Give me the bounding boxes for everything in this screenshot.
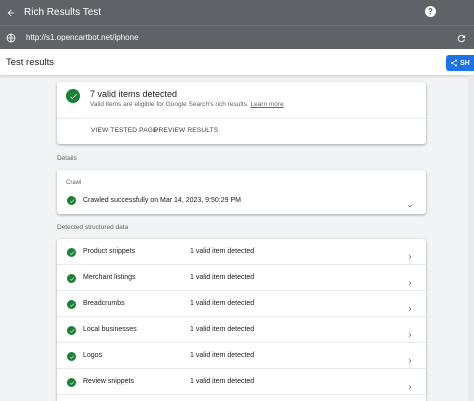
- results-header: Test results SH: [0, 49, 474, 76]
- structured-data-row[interactable]: Review snippets 1 valid item detected: [57, 369, 426, 395]
- row-name: Merchant listings: [83, 274, 136, 281]
- chevron-right-icon: [406, 300, 414, 318]
- view-tested-page-button[interactable]: VIEW TESTED PAGE: [91, 127, 158, 134]
- app-title: Rich Results Test: [24, 7, 102, 18]
- row-status: 1 valid item detected: [190, 378, 255, 385]
- check-circle-icon: [66, 89, 80, 103]
- chevron-right-icon: [406, 378, 414, 396]
- tested-url[interactable]: http://s1.opencartbot.net/iphone: [26, 33, 139, 42]
- row-status: 1 valid item detected: [190, 248, 255, 255]
- divider: [57, 118, 426, 119]
- summary-subtitle-text: Valid items are eligible for Google Sear…: [90, 101, 249, 108]
- app-bar: Rich Results Test ?: [0, 0, 474, 25]
- page-title: Test results: [6, 56, 55, 68]
- share-icon: [451, 59, 457, 67]
- check-circle-icon: [67, 300, 76, 309]
- row-name: Review snippets: [83, 378, 134, 385]
- check-circle-icon: [67, 274, 76, 283]
- check-circle-icon: [67, 378, 76, 387]
- row-status: 1 valid item detected: [190, 300, 255, 307]
- chevron-right-icon: [406, 274, 414, 292]
- refresh-button[interactable]: [454, 31, 468, 45]
- learn-more-link[interactable]: Learn more: [250, 101, 283, 108]
- check-circle-icon: [67, 326, 76, 335]
- structured-data-row[interactable]: Breadcrumbs 1 valid item detected: [57, 291, 426, 317]
- url-bar: http://s1.opencartbot.net/iphone: [0, 25, 474, 49]
- share-button[interactable]: SH: [446, 55, 474, 71]
- summary-card: 7 valid items detected Valid items are e…: [57, 82, 426, 144]
- structured-data-row[interactable]: Product snippets 1 valid item detected: [57, 239, 426, 265]
- crawl-label: Crawl: [66, 180, 82, 186]
- back-button[interactable]: [0, 0, 22, 25]
- structured-data-row[interactable]: Local businesses 1 valid item detected: [57, 317, 426, 343]
- check-circle-icon: [67, 248, 76, 257]
- preview-results-button[interactable]: PREVIEW RESULTS: [154, 127, 218, 134]
- globe-icon: [0, 33, 22, 43]
- crawl-status: Crawled successfully on Mar 14, 2023, 9:…: [83, 197, 241, 204]
- check-circle-icon: [67, 352, 76, 361]
- summary-title: 7 valid items detected: [90, 89, 178, 99]
- check-circle-icon: [67, 196, 76, 205]
- row-status: 1 valid item detected: [190, 352, 255, 359]
- structured-data-label: Detected structured data: [57, 224, 129, 231]
- row-name: Product snippets: [83, 248, 136, 255]
- crawl-card[interactable]: Crawl Crawled successfully on Mar 14, 20…: [57, 170, 426, 214]
- details-label: Details: [57, 155, 77, 162]
- arrow-back-icon: [7, 9, 15, 16]
- share-label: SH: [460, 59, 470, 67]
- row-status: 1 valid item detected: [190, 326, 255, 333]
- scrollbar[interactable]: [468, 76, 474, 401]
- chevron-right-icon: [406, 248, 414, 266]
- chevron-right-icon: [406, 326, 414, 344]
- chevron-down-icon[interactable]: [406, 197, 414, 215]
- row-status: 1 valid item detected: [190, 274, 255, 281]
- help-icon[interactable]: ?: [425, 6, 436, 17]
- summary-subtitle: Valid items are eligible for Google Sear…: [90, 101, 284, 108]
- structured-data-card: Product snippets 1 valid item detected M…: [57, 239, 426, 401]
- structured-data-row[interactable]: Logos 1 valid item detected: [57, 343, 426, 369]
- chevron-right-icon: [406, 352, 414, 370]
- structured-data-row[interactable]: Merchant listings 1 valid item detected: [57, 265, 426, 291]
- row-name: Logos: [83, 352, 103, 359]
- row-name: Local businesses: [83, 326, 137, 333]
- row-name: Breadcrumbs: [83, 300, 125, 307]
- refresh-icon: [457, 34, 465, 42]
